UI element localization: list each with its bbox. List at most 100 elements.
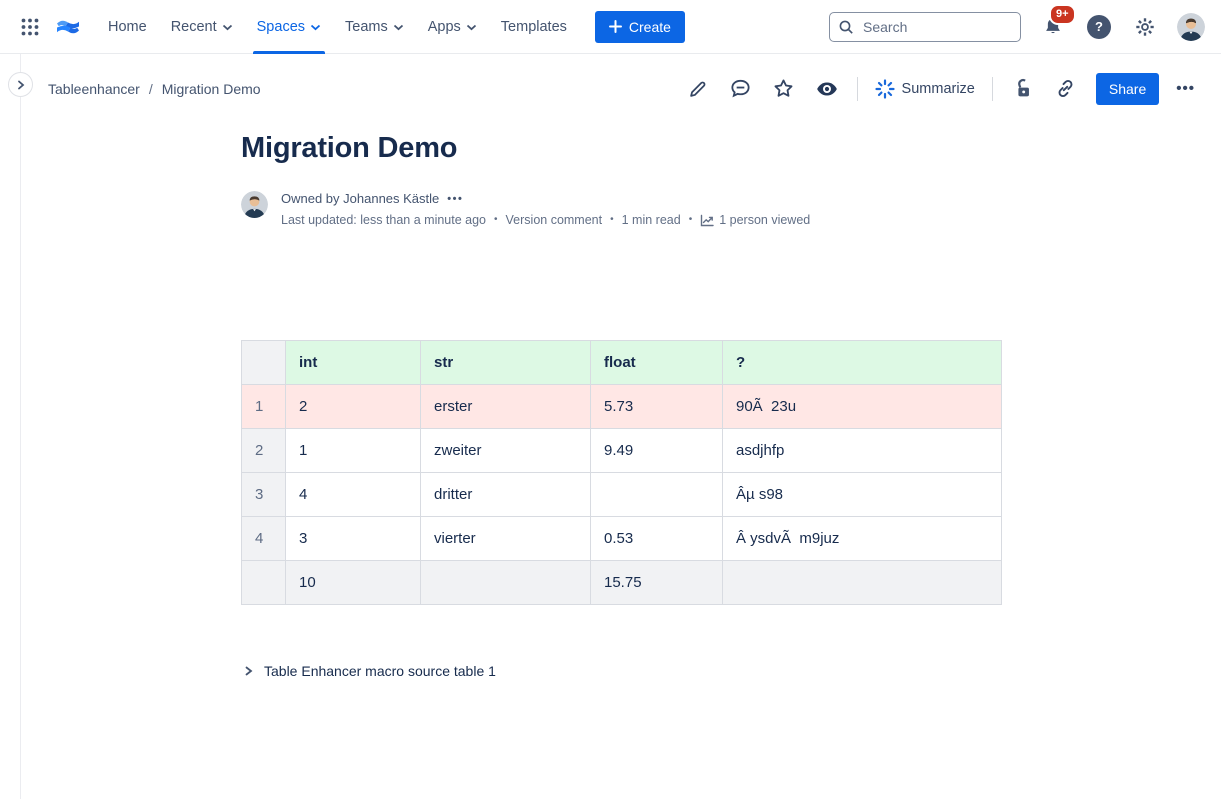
question-mark-glyph: ? xyxy=(1087,15,1111,39)
nav-item-home[interactable]: Home xyxy=(98,0,157,54)
cell xyxy=(591,473,723,517)
top-navigation-bar: Home Recent Spaces Teams Apps xyxy=(0,0,1221,54)
cell: Â ysdvÃ m9juz xyxy=(723,517,1002,561)
dot-separator: • xyxy=(494,210,498,230)
app-switcher-icon[interactable] xyxy=(14,11,46,43)
table-enhancer-result-table: int str float ? 1 2 erster 5.73 90Ã 23u … xyxy=(241,340,1001,605)
cell xyxy=(421,561,591,605)
confluence-logo-icon[interactable] xyxy=(50,11,86,43)
sidebar-collapsed-rail xyxy=(20,54,21,799)
analytics-chart-icon xyxy=(700,214,714,227)
expand-macro-label: Table Enhancer macro source table 1 xyxy=(264,663,496,679)
nav-item-templates[interactable]: Templates xyxy=(491,0,577,54)
cell: 4 xyxy=(286,473,421,517)
row-number: 2 xyxy=(242,429,286,473)
dot-separator: • xyxy=(689,210,693,230)
cell: dritter xyxy=(421,473,591,517)
cell: 5.73 xyxy=(591,385,723,429)
cell: 2 xyxy=(286,385,421,429)
cell: 90Ã 23u xyxy=(723,385,1002,429)
breadcrumb-page-link[interactable]: Migration Demo xyxy=(162,81,261,97)
table-row: 3 4 dritter Âµ s98 xyxy=(242,473,1002,517)
read-time-text: 1 min read xyxy=(622,210,681,230)
expand-macro-toggle[interactable]: Table Enhancer macro source table 1 xyxy=(241,663,1001,679)
ai-sparkle-icon xyxy=(875,79,895,99)
search-box[interactable] xyxy=(829,12,1021,42)
cell: asdjhfp xyxy=(723,429,1002,473)
nav-item-label: Teams xyxy=(345,19,388,35)
owned-by-text[interactable]: Owned by Johannes Kästle xyxy=(281,189,439,209)
breadcrumb-separator: / xyxy=(149,81,153,97)
page-header: Tableenhancer / Migration Demo xyxy=(0,54,1221,106)
comment-icon[interactable] xyxy=(728,76,754,102)
notifications-bell-icon[interactable]: 9+ xyxy=(1039,13,1067,41)
page-actions: Summarize Share ••• xyxy=(685,73,1195,105)
row-number: 4 xyxy=(242,517,286,561)
nav-item-label: Home xyxy=(108,19,147,35)
create-button-label: Create xyxy=(629,19,671,35)
dot-separator: • xyxy=(610,210,614,230)
row-number: 1 xyxy=(242,385,286,429)
edit-pencil-icon[interactable] xyxy=(685,76,711,102)
user-avatar[interactable] xyxy=(1177,13,1205,41)
help-icon[interactable]: ? xyxy=(1085,13,1113,41)
chevron-down-icon xyxy=(310,24,321,31)
search-input[interactable] xyxy=(861,18,1012,36)
cell: 15.75 xyxy=(591,561,723,605)
byline: Owned by Johannes Kästle ••• Last update… xyxy=(241,189,1001,230)
watch-eye-icon[interactable] xyxy=(814,76,840,102)
more-actions-button[interactable]: ••• xyxy=(1176,80,1195,97)
nav-item-label: Spaces xyxy=(257,19,305,35)
star-icon[interactable] xyxy=(771,76,797,102)
nav-item-label: Apps xyxy=(428,19,461,35)
cell: erster xyxy=(421,385,591,429)
cell: 10 xyxy=(286,561,421,605)
divider xyxy=(857,77,858,101)
table-row: 4 3 vierter 0.53 Â ysdvÃ m9juz xyxy=(242,517,1002,561)
table-row: 1 2 erster 5.73 90Ã 23u xyxy=(242,385,1002,429)
cell: 0.53 xyxy=(591,517,723,561)
chevron-down-icon xyxy=(466,24,477,31)
column-header-question: ? xyxy=(723,341,1002,385)
nav-item-teams[interactable]: Teams xyxy=(335,0,414,54)
nav-item-spaces[interactable]: Spaces xyxy=(247,0,331,54)
corner-cell xyxy=(242,341,286,385)
cell: 9.49 xyxy=(591,429,723,473)
byline-more-button[interactable]: ••• xyxy=(447,189,463,209)
table-row: 2 1 zweiter 9.49 asdjhfp xyxy=(242,429,1002,473)
column-header-float: float xyxy=(591,341,723,385)
column-header-int: int xyxy=(286,341,421,385)
author-avatar[interactable] xyxy=(241,191,268,218)
column-header-str: str xyxy=(421,341,591,385)
cell: 1 xyxy=(286,429,421,473)
version-comment-link[interactable]: Version comment xyxy=(506,210,603,230)
cell xyxy=(723,561,1002,605)
cell: vierter xyxy=(421,517,591,561)
viewers-count-label: 1 person viewed xyxy=(719,210,810,230)
unlock-restrictions-icon[interactable] xyxy=(1010,76,1036,102)
cell: Âµ s98 xyxy=(723,473,1002,517)
table-footer-row: 10 15.75 xyxy=(242,561,1002,605)
nav-item-recent[interactable]: Recent xyxy=(161,0,243,54)
analytics-viewers-link[interactable]: 1 person viewed xyxy=(700,210,810,230)
create-button[interactable]: Create xyxy=(595,11,685,43)
row-number xyxy=(242,561,286,605)
settings-gear-icon[interactable] xyxy=(1131,13,1159,41)
page-content: Migration Demo Owned by Johannes Kästle … xyxy=(241,132,1001,679)
share-button[interactable]: Share xyxy=(1096,73,1159,105)
divider xyxy=(992,77,993,101)
nav-item-apps[interactable]: Apps xyxy=(418,0,487,54)
chevron-down-icon xyxy=(222,24,233,31)
cell: 3 xyxy=(286,517,421,561)
expand-sidebar-button[interactable] xyxy=(8,72,33,97)
breadcrumb-space-link[interactable]: Tableenhancer xyxy=(48,81,140,97)
nav-item-label: Templates xyxy=(501,19,567,35)
nav-item-label: Recent xyxy=(171,19,217,35)
copy-link-icon[interactable] xyxy=(1053,76,1079,102)
plus-icon xyxy=(609,20,622,33)
chevron-down-icon xyxy=(393,24,404,31)
last-updated-text[interactable]: Last updated: less than a minute ago xyxy=(281,210,486,230)
page-title: Migration Demo xyxy=(241,132,1001,165)
chevron-right-icon xyxy=(243,665,254,677)
summarize-button[interactable]: Summarize xyxy=(875,79,975,99)
